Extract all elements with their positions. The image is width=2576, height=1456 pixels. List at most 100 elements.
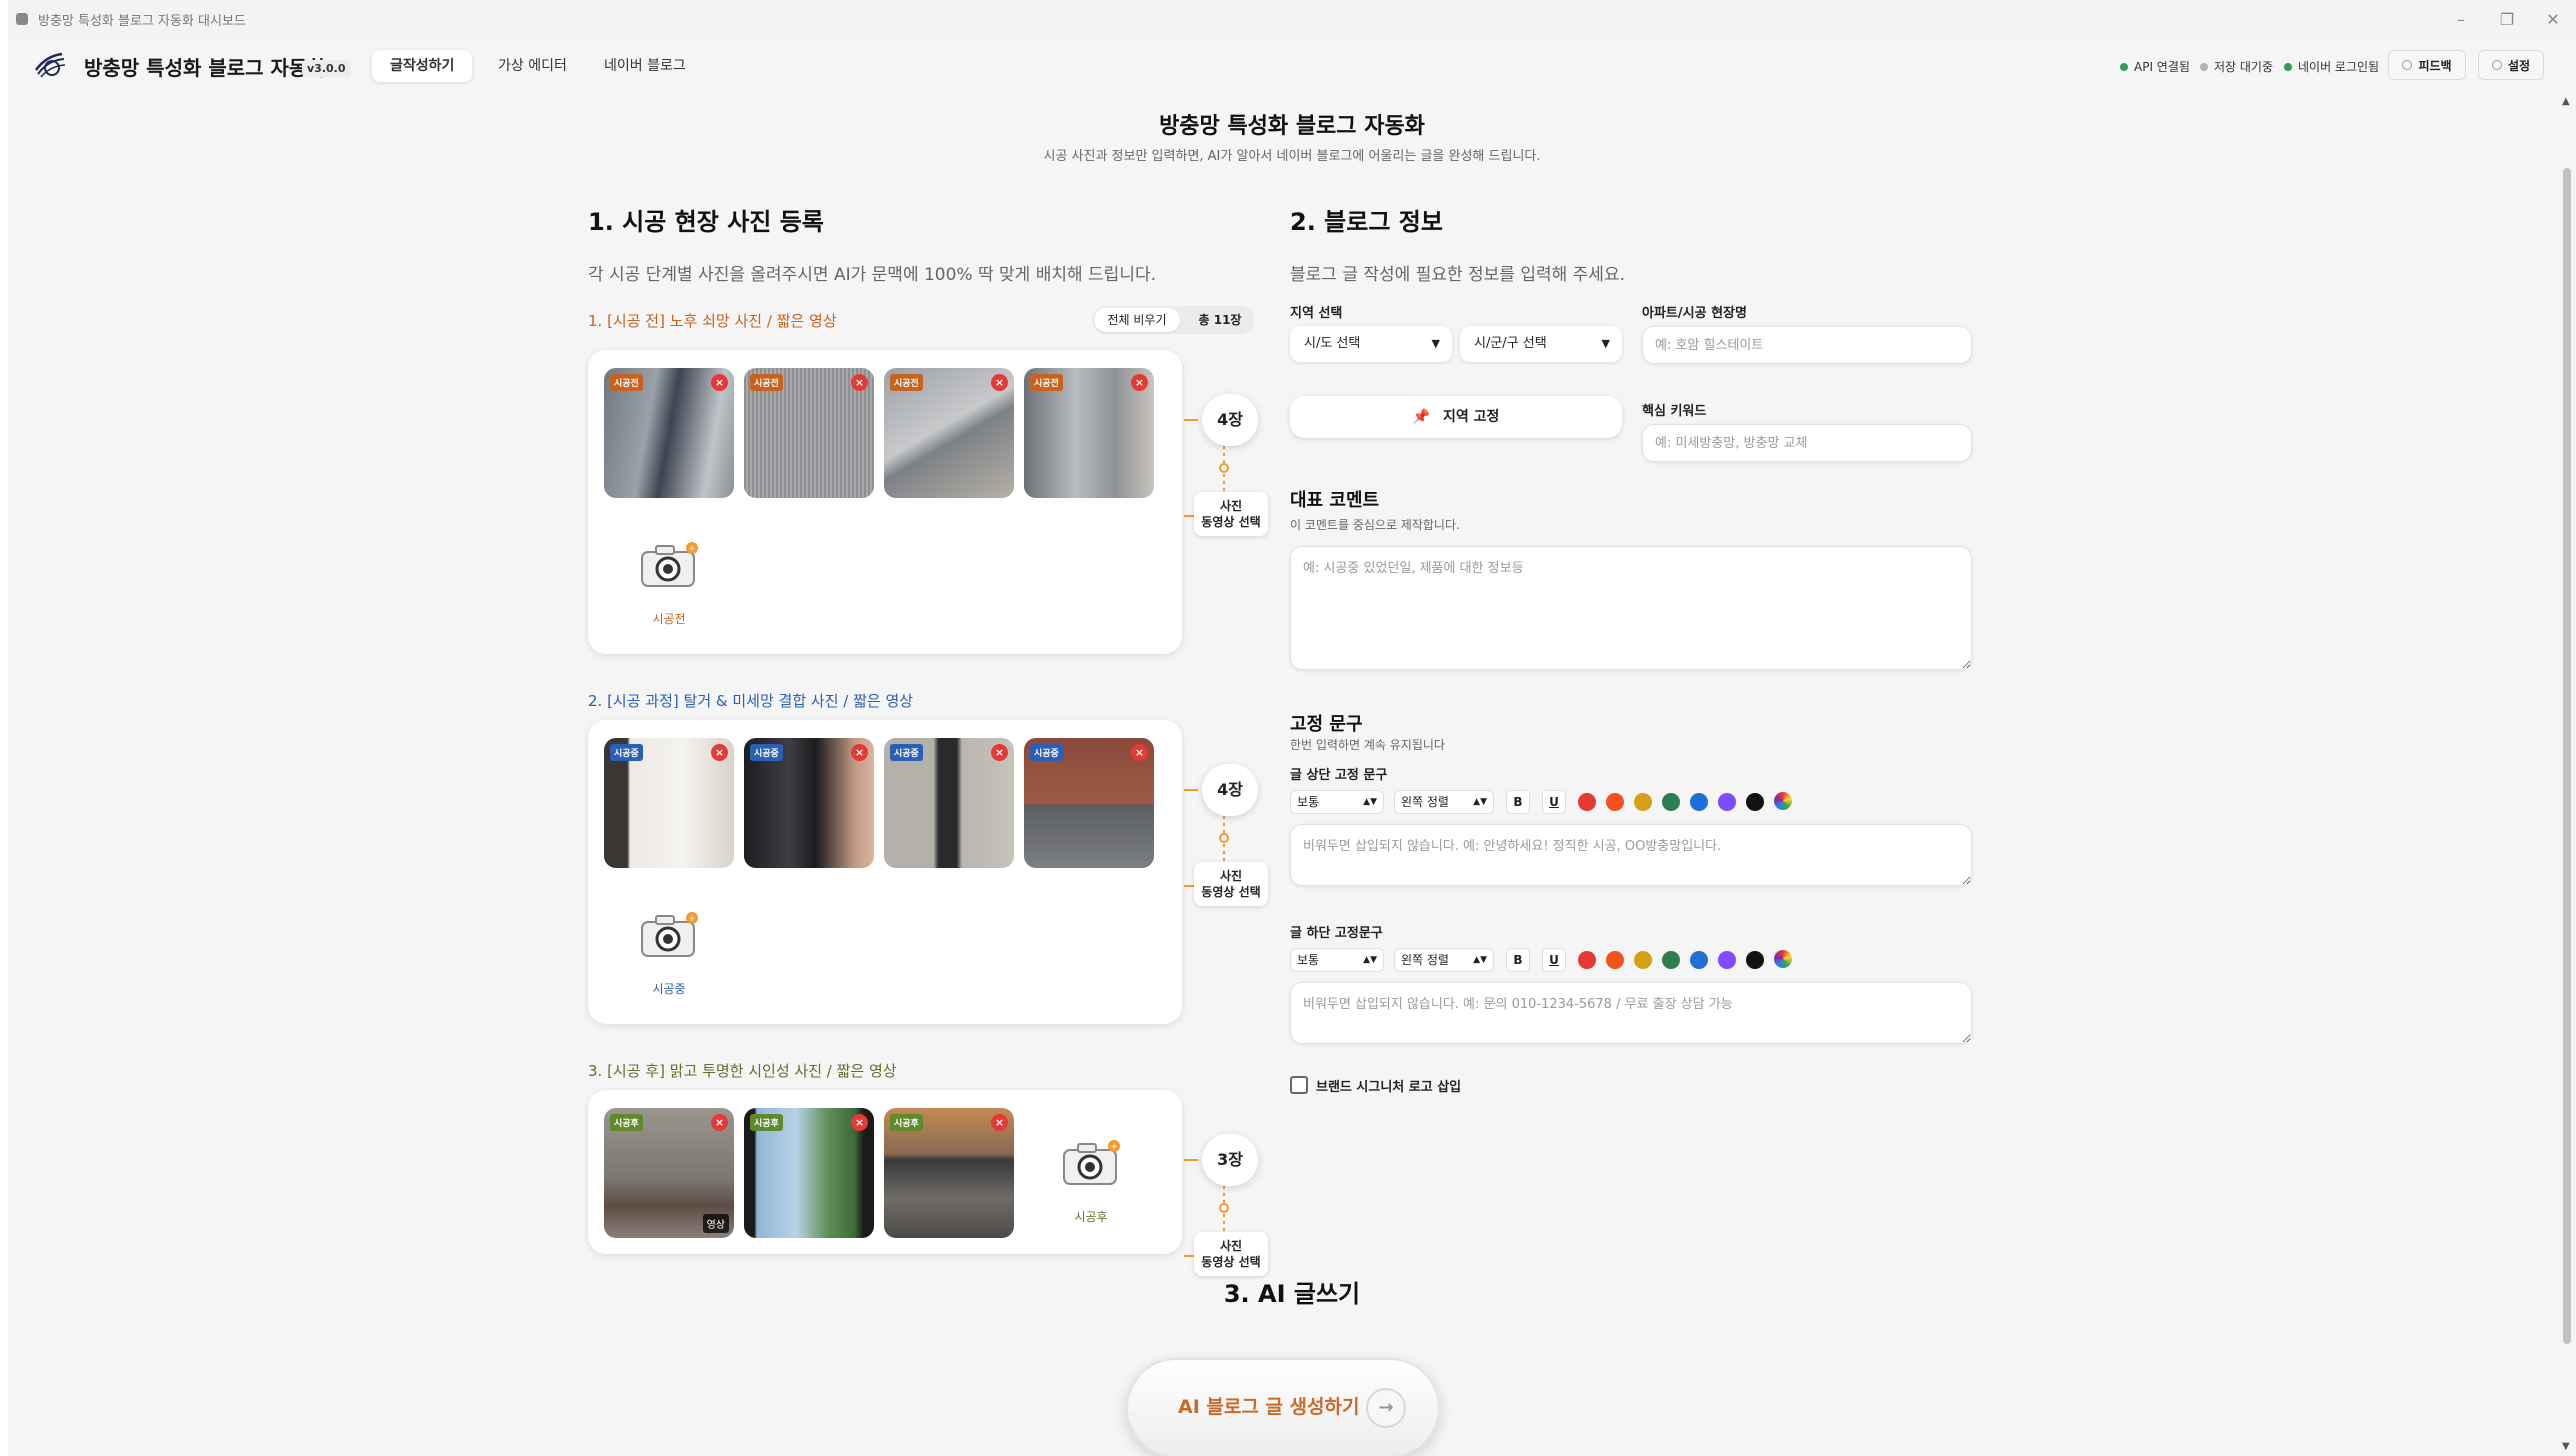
- status-save: 저장 대기중: [2200, 58, 2273, 75]
- bottom-align-select[interactable]: 왼쪽 정렬 ▲▼: [1394, 948, 1494, 972]
- delete-photo-icon[interactable]: ×: [711, 1114, 728, 1131]
- photo-badge: 시공후: [750, 1114, 783, 1131]
- bottom-bold-button[interactable]: B: [1506, 948, 1530, 972]
- delete-photo-icon[interactable]: ×: [851, 1114, 868, 1131]
- color-swatch-red[interactable]: [1578, 951, 1596, 969]
- tab-write[interactable]: 글작성하기: [372, 50, 473, 82]
- minimize-button[interactable]: –: [2438, 0, 2484, 38]
- bottom-size-select[interactable]: 보통 ▲▼: [1290, 948, 1384, 972]
- feedback-button[interactable]: 피드백: [2388, 50, 2466, 80]
- logo-checkbox[interactable]: [1290, 1076, 1308, 1094]
- delete-photo-icon[interactable]: ×: [851, 744, 868, 761]
- tab-naver-blog[interactable]: 네이버 블로그: [586, 50, 704, 82]
- app-header: 방충망 특성화 블로그 자동화 v3.0.0 글작성하기 가상 에디터 네이버 …: [8, 38, 2576, 90]
- generate-blog-button[interactable]: AI 블로그 글 생성하기 →: [1126, 1358, 1440, 1456]
- gear-icon: [2491, 60, 2502, 70]
- top-align-select[interactable]: 왼쪽 정렬 ▲▼: [1394, 790, 1494, 814]
- top-fixed-textarea[interactable]: [1290, 824, 1972, 886]
- color-swatch-black[interactable]: [1746, 951, 1764, 969]
- color-swatch-green[interactable]: [1662, 951, 1680, 969]
- svg-text:+: +: [1110, 1142, 1118, 1152]
- svg-text:+: +: [688, 544, 696, 554]
- color-picker-icon[interactable]: [1774, 792, 1792, 810]
- photo-badge: 시공후: [610, 1114, 643, 1131]
- delete-photo-icon[interactable]: ×: [711, 744, 728, 761]
- color-swatch-yellow[interactable]: [1634, 793, 1652, 811]
- photo-thumb[interactable]: 시공전 ×: [1024, 368, 1154, 498]
- color-swatch-blue[interactable]: [1690, 793, 1708, 811]
- delete-photo-icon[interactable]: ×: [991, 1114, 1008, 1131]
- stage-during-select-button[interactable]: 사진 동영상 선택: [1194, 862, 1268, 906]
- delete-photo-icon[interactable]: ×: [711, 374, 728, 391]
- clear-all-button[interactable]: 전체 비우기: [1094, 308, 1180, 332]
- page-subtitle: 시공 사진과 정보만 입력하면, AI가 알아서 네이버 블로그에 어울리는 글…: [1043, 149, 1541, 164]
- top-size-select[interactable]: 보통 ▲▼: [1290, 790, 1384, 814]
- status-naver: 네이버 로그인됨: [2284, 58, 2379, 75]
- stage-before-select-button[interactable]: 사진 동영상 선택: [1194, 492, 1268, 536]
- color-swatch-red[interactable]: [1578, 793, 1596, 811]
- color-picker-icon[interactable]: [1774, 950, 1792, 968]
- status-dot-icon: [2200, 62, 2208, 71]
- top-fixed-label: 글 상단 고정 문구: [1290, 768, 1388, 783]
- photo-thumb[interactable]: 시공전 ×: [744, 368, 874, 498]
- color-swatch-orange[interactable]: [1606, 951, 1624, 969]
- color-swatch-black[interactable]: [1746, 793, 1764, 811]
- top-bold-button[interactable]: B: [1506, 790, 1530, 814]
- comment-note: 이 코멘트를 중심으로 제작합니다.: [1290, 518, 1460, 532]
- photo-thumb[interactable]: 시공후 ×: [744, 1108, 874, 1238]
- keyword-input[interactable]: [1642, 424, 1972, 462]
- photo-thumb[interactable]: 시공중 ×: [1024, 738, 1154, 868]
- close-window-button[interactable]: ✕: [2530, 0, 2576, 38]
- add-photo-before[interactable]: + 시공전: [604, 540, 734, 650]
- scroll-down-icon[interactable]: ▼: [2562, 1441, 2570, 1452]
- scroll-up-icon[interactable]: ▲: [2562, 96, 2570, 107]
- settings-button[interactable]: 설정: [2478, 50, 2544, 80]
- comment-textarea[interactable]: [1290, 546, 1972, 670]
- stage-during-card: 시공중 × 시공중 × 시공중 × 시공중 × + 시공중: [588, 720, 1182, 1024]
- delete-photo-icon[interactable]: ×: [851, 374, 868, 391]
- photo-thumb[interactable]: 시공중 ×: [744, 738, 874, 868]
- maximize-button[interactable]: ❐: [2484, 0, 2530, 38]
- pin-label: 지역 고정: [1442, 409, 1500, 425]
- select-line2: 동영상 선택: [1201, 1255, 1261, 1269]
- bottom-fixed-textarea[interactable]: [1290, 982, 1972, 1044]
- stage-after-select-button[interactable]: 사진 동영상 선택: [1194, 1232, 1268, 1276]
- select-line2: 동영상 선택: [1201, 885, 1261, 899]
- color-swatch-purple[interactable]: [1718, 793, 1736, 811]
- delete-photo-icon[interactable]: ×: [991, 374, 1008, 391]
- photo-thumb[interactable]: 시공후 × 영상: [604, 1108, 734, 1238]
- photo-thumb[interactable]: 시공전 ×: [884, 368, 1014, 498]
- color-swatch-green[interactable]: [1662, 793, 1680, 811]
- province-select[interactable]: 시/도 선택 ▼: [1290, 326, 1452, 362]
- region-pin-button[interactable]: 📌 지역 고정: [1290, 396, 1622, 438]
- delete-photo-icon[interactable]: ×: [1131, 374, 1148, 391]
- add-photo-after[interactable]: + 시공후: [1026, 1138, 1156, 1248]
- photo-thumb[interactable]: 시공중 ×: [604, 738, 734, 868]
- photos-section-title: 1. 시공 현장 사진 등록: [588, 208, 824, 236]
- settings-label: 설정: [2507, 58, 2531, 73]
- page-scrollbar[interactable]: ▲ ▼: [2558, 90, 2576, 1456]
- stage-after-count: 3장: [1202, 1134, 1258, 1186]
- tab-virtual-editor[interactable]: 가상 에디터: [480, 50, 585, 82]
- color-swatch-orange[interactable]: [1606, 793, 1624, 811]
- clear-toggle: 전체 비우기 총 11장: [1092, 306, 1254, 334]
- photo-thumb[interactable]: 시공중 ×: [884, 738, 1014, 868]
- bottom-underline-button[interactable]: U: [1542, 948, 1566, 972]
- color-swatch-yellow[interactable]: [1634, 951, 1652, 969]
- top-underline-button[interactable]: U: [1542, 790, 1566, 814]
- brand-title: 방충망 특성화 블로그 자동화: [84, 56, 326, 80]
- city-select[interactable]: 시/군/구 선택 ▼: [1460, 326, 1622, 362]
- add-photo-during[interactable]: + 시공중: [604, 910, 734, 1020]
- delete-photo-icon[interactable]: ×: [1131, 744, 1148, 761]
- photo-thumb[interactable]: 시공후 ×: [884, 1108, 1014, 1238]
- color-swatch-blue[interactable]: [1690, 951, 1708, 969]
- scrollbar-thumb[interactable]: [2563, 168, 2571, 1344]
- chevron-down-icon: ▼: [1601, 337, 1610, 350]
- delete-photo-icon[interactable]: ×: [991, 744, 1008, 761]
- ai-section-title: 3. AI 글쓰기: [1223, 1280, 1361, 1308]
- photo-thumb[interactable]: 시공전 ×: [604, 368, 734, 498]
- site-input[interactable]: [1642, 326, 1972, 364]
- brand-logo-icon: [34, 52, 66, 78]
- color-swatch-purple[interactable]: [1718, 951, 1736, 969]
- add-photo-label: 시공중: [652, 982, 686, 996]
